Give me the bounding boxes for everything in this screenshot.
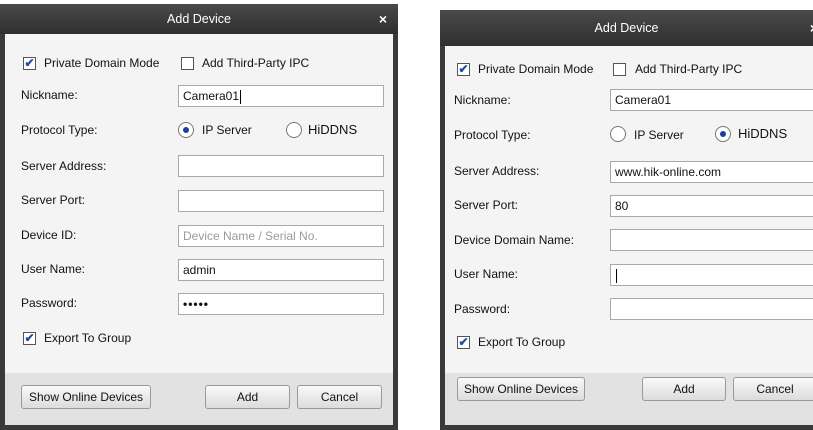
nickname-label: Nickname: xyxy=(21,88,78,102)
server-address-label: Server Address: xyxy=(21,159,107,173)
radio-hiddns-label: HiDDNS xyxy=(738,126,788,141)
cancel-button[interactable]: Cancel xyxy=(733,377,813,401)
server-address-input[interactable] xyxy=(178,155,384,177)
add-third-party-ipc-label: Add Third-Party IPC xyxy=(202,56,310,70)
show-online-devices-button[interactable]: Show Online Devices xyxy=(457,377,585,401)
server-address-label: Server Address: xyxy=(454,164,540,178)
server-port-label: Server Port: xyxy=(21,193,86,207)
dialog-footer: Show Online Devices Add Cancel xyxy=(5,373,393,425)
radio-hiddns[interactable] xyxy=(286,122,302,138)
password-input[interactable] xyxy=(610,298,813,320)
server-port-input[interactable]: 80 xyxy=(610,195,813,217)
add-button[interactable]: Add xyxy=(642,377,726,401)
private-domain-mode-checkbox[interactable]: ✔ xyxy=(23,57,36,70)
device-id-label: Device ID: xyxy=(21,228,77,242)
private-domain-mode-checkbox[interactable]: ✔ xyxy=(457,63,470,76)
export-to-group-label: Export To Group xyxy=(478,335,566,349)
nickname-input[interactable]: Camera01 xyxy=(610,89,813,111)
cancel-button[interactable]: Cancel xyxy=(297,385,382,409)
device-domain-name-input[interactable] xyxy=(610,229,813,251)
radio-ip-server-label: IP Server xyxy=(202,123,252,137)
export-to-group-label: Export To Group xyxy=(44,331,132,345)
nickname-input[interactable]: Camera01 xyxy=(178,85,384,107)
dialog-title: Add Device xyxy=(594,21,659,35)
dialog-body: ✔ Private Domain Mode Add Third-Party IP… xyxy=(0,34,398,430)
protocol-type-label: Protocol Type: xyxy=(21,123,98,137)
add-third-party-ipc-checkbox[interactable] xyxy=(613,63,626,76)
nickname-label: Nickname: xyxy=(454,93,511,107)
radio-ip-server[interactable] xyxy=(178,122,194,138)
device-id-input[interactable]: Device Name / Serial No. xyxy=(178,225,384,247)
user-name-input[interactable] xyxy=(610,264,813,286)
radio-hiddns-label: HiDDNS xyxy=(308,122,358,137)
server-address-input[interactable]: www.hik-online.com xyxy=(610,161,813,183)
dialog-title-bar: Add Device × xyxy=(0,4,398,34)
private-domain-mode-label: Private Domain Mode xyxy=(478,62,594,76)
radio-hiddns[interactable] xyxy=(715,126,731,142)
password-label: Password: xyxy=(454,302,511,316)
server-port-input[interactable] xyxy=(178,190,384,212)
dialog-body: ✔ Private Domain Mode Add Third-Party IP… xyxy=(440,46,813,430)
add-device-dialog-left: Add Device × ✔ Private Domain Mode Add T… xyxy=(0,0,398,430)
add-device-dialog-right: Add Device × ✔ Private Domain Mode Add T… xyxy=(440,0,813,430)
device-domain-name-label: Device Domain Name: xyxy=(454,233,575,247)
add-third-party-ipc-checkbox[interactable] xyxy=(181,57,194,70)
radio-ip-server-label: IP Server xyxy=(634,128,684,142)
user-name-label: User Name: xyxy=(454,267,519,281)
radio-ip-server[interactable] xyxy=(610,126,626,142)
text-caret xyxy=(240,89,242,104)
dialog-title: Add Device xyxy=(167,12,231,26)
password-input[interactable]: ••••• xyxy=(178,293,384,315)
add-button[interactable]: Add xyxy=(205,385,290,409)
export-to-group-checkbox[interactable]: ✔ xyxy=(457,336,470,349)
user-name-label: User Name: xyxy=(21,262,86,276)
radio-selected-dot xyxy=(183,127,189,133)
private-domain-mode-label: Private Domain Mode xyxy=(44,56,160,70)
export-to-group-checkbox[interactable]: ✔ xyxy=(23,332,36,345)
add-third-party-ipc-label: Add Third-Party IPC xyxy=(635,62,743,76)
close-icon[interactable]: × xyxy=(372,4,394,34)
dialog-footer: Show Online Devices Add Cancel xyxy=(445,373,813,425)
show-online-devices-button[interactable]: Show Online Devices xyxy=(21,385,151,409)
server-port-label: Server Port: xyxy=(454,198,519,212)
dialog-title-bar: Add Device × xyxy=(440,10,813,46)
radio-selected-dot xyxy=(720,131,726,137)
password-label: Password: xyxy=(21,296,78,310)
close-icon[interactable]: × xyxy=(803,10,813,46)
text-caret xyxy=(616,268,617,283)
protocol-type-label: Protocol Type: xyxy=(454,128,531,142)
user-name-input[interactable]: admin xyxy=(178,259,384,281)
